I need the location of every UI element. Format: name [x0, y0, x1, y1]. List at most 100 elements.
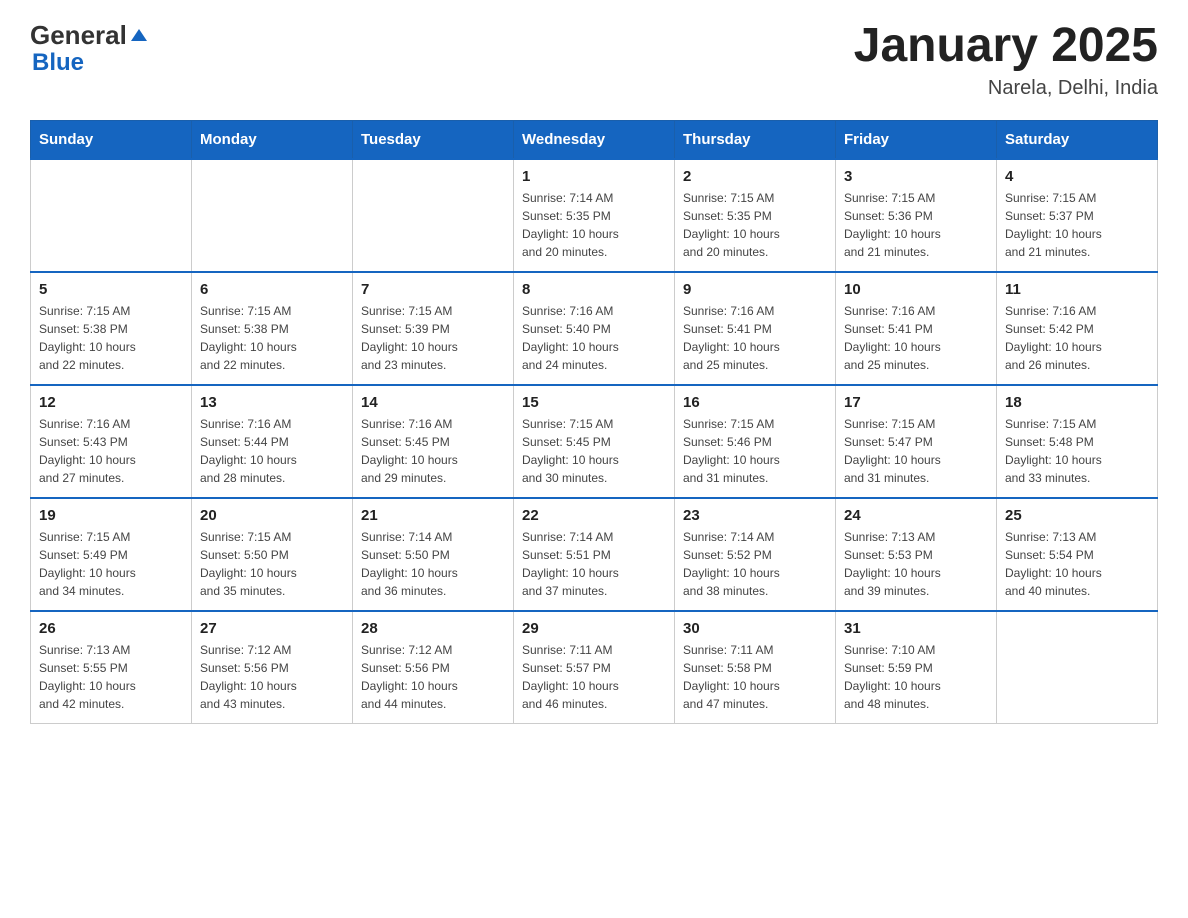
calendar-cell: 26Sunrise: 7:13 AMSunset: 5:55 PMDayligh… [31, 611, 192, 724]
day-info: Sunrise: 7:16 AMSunset: 5:44 PMDaylight:… [200, 415, 344, 487]
day-number: 4 [1005, 168, 1149, 185]
day-info: Sunrise: 7:15 AMSunset: 5:45 PMDaylight:… [522, 415, 666, 487]
calendar-cell: 5 Sunrise: 7:15 AMSunset: 5:38 PMDaylight… [31, 272, 192, 385]
day-info: Sunrise: 7:16 AMSunset: 5:41 PMDaylight:… [844, 302, 988, 374]
calendar-cell: 20 Sunrise: 7:15 AMSunset: 5:50 PMDayligh… [192, 498, 353, 611]
day-info: Sunrise: 7:15 AMSunset: 5:37 PMDaylight:… [1005, 189, 1149, 261]
day-info: Sunrise: 7:16 AMSunset: 5:43 PMDaylight:… [39, 415, 183, 487]
day-info: Sunrise: 7:10 AMSunset: 5:59 PMDaylight:… [844, 641, 988, 713]
calendar-cell: 21Sunrise: 7:14 AMSunset: 5:50 PMDayligh… [353, 498, 514, 611]
day-info: Sunrise: 7:12 AMSunset: 5:56 PMDaylight:… [361, 641, 505, 713]
calendar-cell: 3Sunrise: 7:15 AMSunset: 5:36 PMDaylight… [836, 159, 997, 272]
calendar-cell: 9 Sunrise: 7:16 AMSunset: 5:41 PMDaylight… [675, 272, 836, 385]
calendar-title-block: January 2025 Narela, Delhi, India [854, 20, 1158, 100]
calendar-header: SundayMondayTuesdayWednesdayThursdayFrid… [31, 120, 1158, 159]
calendar-cell: 30 Sunrise: 7:11 AMSunset: 5:58 PMDayligh… [675, 611, 836, 724]
day-info: Sunrise: 7:13 AMSunset: 5:54 PMDaylight:… [1005, 528, 1149, 600]
calendar-cell: 19 Sunrise: 7:15 AMSunset: 5:49 PMDayligh… [31, 498, 192, 611]
day-info: Sunrise: 7:13 AMSunset: 5:55 PMDaylight:… [39, 641, 183, 713]
day-number: 15 [522, 394, 666, 411]
day-number: 30 [683, 620, 827, 637]
day-info: Sunrise: 7:15 AMSunset: 5:36 PMDaylight:… [844, 189, 988, 261]
day-number: 17 [844, 394, 988, 411]
day-number: 22 [522, 507, 666, 524]
day-info: Sunrise: 7:16 AMSunset: 5:41 PMDaylight:… [683, 302, 827, 374]
day-info: Sunrise: 7:15 AMSunset: 5:39 PMDaylight:… [361, 302, 505, 374]
day-number: 10 [844, 281, 988, 298]
day-number: 24 [844, 507, 988, 524]
calendar-week-5: 26Sunrise: 7:13 AMSunset: 5:55 PMDayligh… [31, 611, 1158, 724]
day-info: Sunrise: 7:15 AMSunset: 5:35 PMDaylight:… [683, 189, 827, 261]
calendar-cell: 27 Sunrise: 7:12 AMSunset: 5:56 PMDayligh… [192, 611, 353, 724]
day-number: 6 [200, 281, 344, 298]
calendar-cell: 23Sunrise: 7:14 AMSunset: 5:52 PMDayligh… [675, 498, 836, 611]
calendar-cell: 6 Sunrise: 7:15 AMSunset: 5:38 PMDaylight… [192, 272, 353, 385]
day-info: Sunrise: 7:16 AMSunset: 5:40 PMDaylight:… [522, 302, 666, 374]
day-info: Sunrise: 7:15 AMSunset: 5:47 PMDaylight:… [844, 415, 988, 487]
logo: General Blue [30, 20, 149, 77]
day-info: Sunrise: 7:15 AMSunset: 5:38 PMDaylight:… [39, 302, 183, 374]
calendar-cell: 22 Sunrise: 7:14 AMSunset: 5:51 PMDayligh… [514, 498, 675, 611]
day-number: 21 [361, 507, 505, 524]
day-number: 5 [39, 281, 183, 298]
day-number: 1 [522, 168, 666, 185]
day-info: Sunrise: 7:15 AMSunset: 5:50 PMDaylight:… [200, 528, 344, 600]
day-number: 27 [200, 620, 344, 637]
calendar-subtitle: Narela, Delhi, India [854, 77, 1158, 100]
day-info: Sunrise: 7:15 AMSunset: 5:46 PMDaylight:… [683, 415, 827, 487]
day-info: Sunrise: 7:14 AMSunset: 5:51 PMDaylight:… [522, 528, 666, 600]
day-info: Sunrise: 7:15 AMSunset: 5:49 PMDaylight:… [39, 528, 183, 600]
day-header-tuesday: Tuesday [353, 120, 514, 159]
day-header-saturday: Saturday [997, 120, 1158, 159]
day-header-thursday: Thursday [675, 120, 836, 159]
day-number: 18 [1005, 394, 1149, 411]
calendar-cell: 28 Sunrise: 7:12 AMSunset: 5:56 PMDayligh… [353, 611, 514, 724]
day-number: 16 [683, 394, 827, 411]
calendar-week-2: 5 Sunrise: 7:15 AMSunset: 5:38 PMDaylight… [31, 272, 1158, 385]
calendar-cell [997, 611, 1158, 724]
calendar-cell [192, 159, 353, 272]
day-number: 2 [683, 168, 827, 185]
day-info: Sunrise: 7:15 AMSunset: 5:38 PMDaylight:… [200, 302, 344, 374]
day-info: Sunrise: 7:16 AMSunset: 5:45 PMDaylight:… [361, 415, 505, 487]
day-number: 31 [844, 620, 988, 637]
logo-arrow-icon [129, 27, 149, 47]
day-number: 13 [200, 394, 344, 411]
calendar-cell: 4 Sunrise: 7:15 AMSunset: 5:37 PMDaylight… [997, 159, 1158, 272]
calendar-body: 1 Sunrise: 7:14 AMSunset: 5:35 PMDaylight… [31, 159, 1158, 724]
calendar-week-4: 19 Sunrise: 7:15 AMSunset: 5:49 PMDayligh… [31, 498, 1158, 611]
day-header-friday: Friday [836, 120, 997, 159]
day-number: 11 [1005, 281, 1149, 298]
calendar-cell: 25Sunrise: 7:13 AMSunset: 5:54 PMDayligh… [997, 498, 1158, 611]
days-of-week-row: SundayMondayTuesdayWednesdayThursdayFrid… [31, 120, 1158, 159]
day-number: 20 [200, 507, 344, 524]
day-number: 12 [39, 394, 183, 411]
logo-general-text: General [30, 20, 127, 51]
day-number: 7 [361, 281, 505, 298]
day-info: Sunrise: 7:12 AMSunset: 5:56 PMDaylight:… [200, 641, 344, 713]
day-header-wednesday: Wednesday [514, 120, 675, 159]
calendar-cell: 29Sunrise: 7:11 AMSunset: 5:57 PMDayligh… [514, 611, 675, 724]
calendar-cell: 10 Sunrise: 7:16 AMSunset: 5:41 PMDayligh… [836, 272, 997, 385]
day-number: 14 [361, 394, 505, 411]
calendar-cell: 8 Sunrise: 7:16 AMSunset: 5:40 PMDaylight… [514, 272, 675, 385]
calendar-cell: 24Sunrise: 7:13 AMSunset: 5:53 PMDayligh… [836, 498, 997, 611]
day-number: 28 [361, 620, 505, 637]
page-header: General Blue January 2025 Narela, Delhi,… [30, 20, 1158, 100]
day-info: Sunrise: 7:14 AMSunset: 5:35 PMDaylight:… [522, 189, 666, 261]
day-number: 8 [522, 281, 666, 298]
calendar-cell: 1 Sunrise: 7:14 AMSunset: 5:35 PMDaylight… [514, 159, 675, 272]
calendar-cell: 31 Sunrise: 7:10 AMSunset: 5:59 PMDayligh… [836, 611, 997, 724]
calendar-cell: 13 Sunrise: 7:16 AMSunset: 5:44 PMDayligh… [192, 385, 353, 498]
day-info: Sunrise: 7:11 AMSunset: 5:58 PMDaylight:… [683, 641, 827, 713]
day-number: 9 [683, 281, 827, 298]
calendar-cell [31, 159, 192, 272]
calendar-cell: 12 Sunrise: 7:16 AMSunset: 5:43 PMDayligh… [31, 385, 192, 498]
day-info: Sunrise: 7:11 AMSunset: 5:57 PMDaylight:… [522, 641, 666, 713]
day-number: 19 [39, 507, 183, 524]
calendar-week-3: 12 Sunrise: 7:16 AMSunset: 5:43 PMDayligh… [31, 385, 1158, 498]
calendar-table: SundayMondayTuesdayWednesdayThursdayFrid… [30, 120, 1158, 724]
calendar-week-1: 1 Sunrise: 7:14 AMSunset: 5:35 PMDaylight… [31, 159, 1158, 272]
day-number: 23 [683, 507, 827, 524]
calendar-title: January 2025 [854, 20, 1158, 73]
